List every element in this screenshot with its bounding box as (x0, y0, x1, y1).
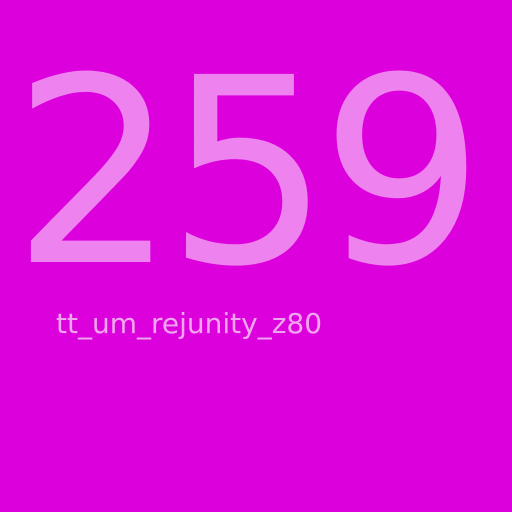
display-screen: 259 tt_um_rejunity_z80 (0, 0, 512, 512)
large-number-display: 259 (12, 58, 482, 288)
project-name-label: tt_um_rejunity_z80 (56, 307, 323, 340)
